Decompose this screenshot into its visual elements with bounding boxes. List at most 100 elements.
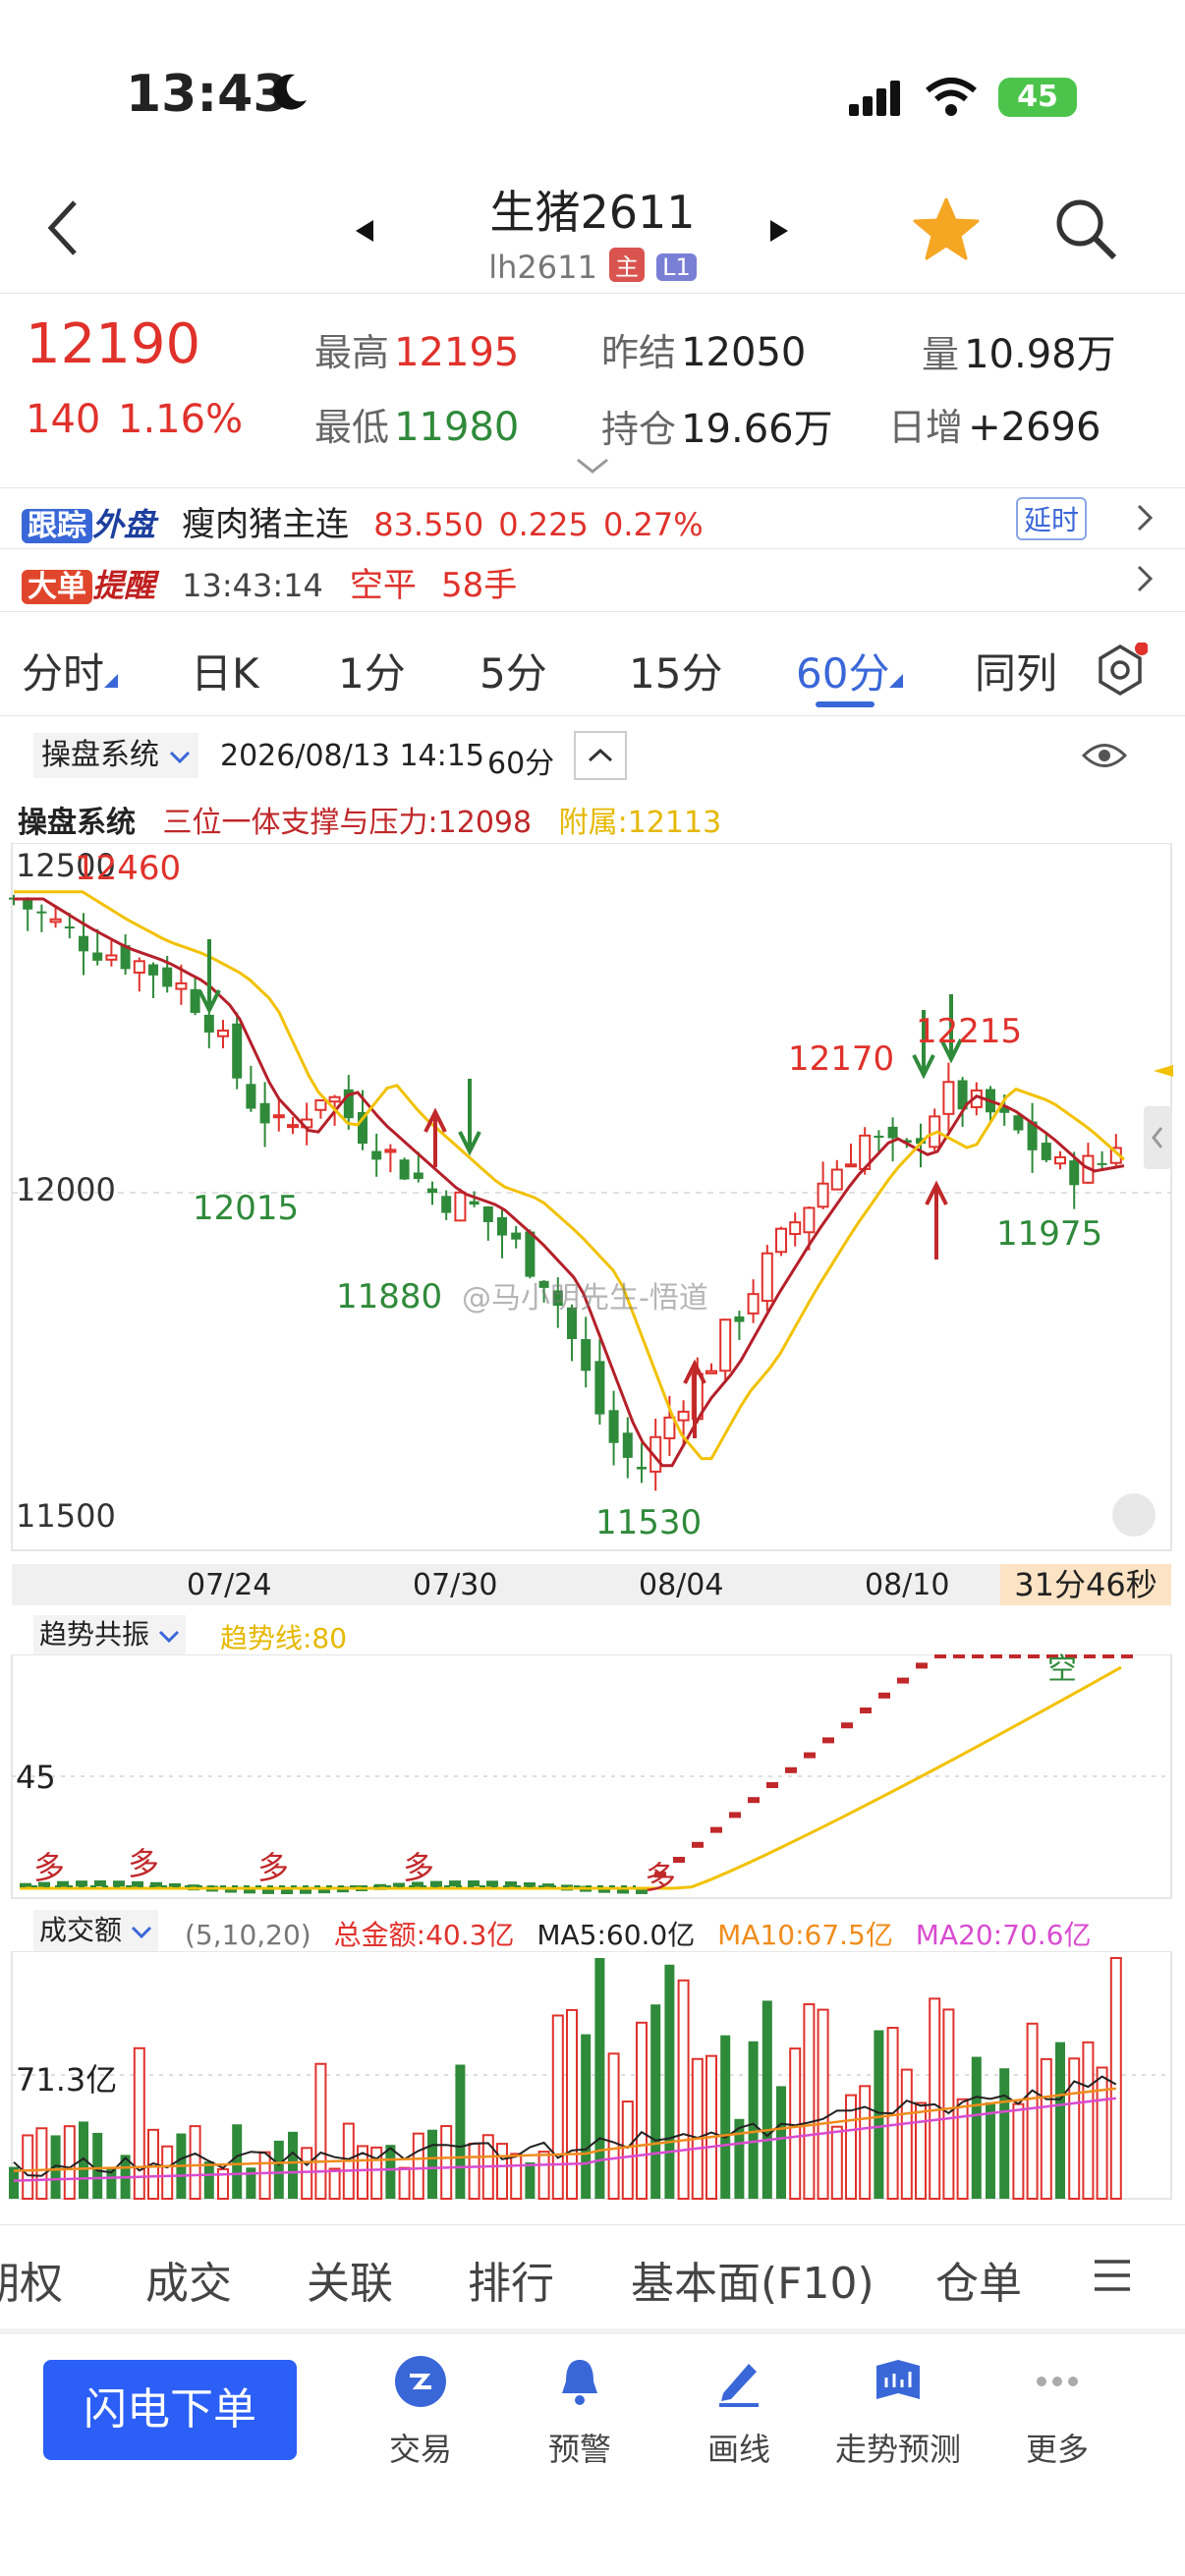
system-selector[interactable]: 操盘系统 (33, 733, 198, 778)
candlestick-chart[interactable] (0, 843, 1185, 1560)
candle-body (525, 1231, 536, 1277)
volume-bar (748, 2041, 759, 2199)
trend-block (934, 1654, 946, 1658)
settings-hex-icon[interactable] (1093, 642, 1149, 701)
volume-bar (691, 2057, 704, 2200)
trend-block (860, 1708, 872, 1713)
tracking-row[interactable]: 跟踪 外盘 瘦肉猪主连 83.550 0.225 0.27% (22, 497, 1161, 544)
search-icon[interactable] (1053, 196, 1118, 265)
candle-body (23, 899, 33, 910)
volume-bar (328, 2167, 341, 2201)
volume-bar (385, 2145, 396, 2199)
trend-selector[interactable]: 趋势共振 (33, 1615, 186, 1654)
duo-label: 多 (128, 1845, 160, 1882)
watermark: @马小明先生-悟道 (462, 1281, 708, 1316)
volume-chart[interactable] (0, 1951, 1185, 2201)
contract-code-line: lh2611 主 L1 (0, 248, 1185, 286)
chevron-right-icon[interactable] (1136, 503, 1154, 536)
label-low-11975: 11975 (996, 1214, 1103, 1254)
tracking-price: 83.550 (373, 506, 484, 543)
tab-daily[interactable]: 日K (191, 641, 259, 700)
nav-draw[interactable]: 画线 (660, 2354, 818, 2470)
reminder-tag: 提醒 (92, 567, 156, 604)
tab-intraday[interactable]: 分时 (22, 641, 119, 700)
volume-bar (232, 2124, 243, 2199)
next-contract-icon[interactable] (768, 218, 790, 248)
candle-body (705, 1370, 717, 1374)
prev-settle-field: 昨结 12050 (601, 322, 806, 376)
trend-line-label: 趋势线:80 (220, 1622, 348, 1654)
volume-bar (22, 2134, 34, 2200)
trend-selector-label: 趋势共振 (39, 1618, 150, 1651)
volume-legend: (5,10,20) 总金额:40.3亿 MA5:60.0亿 MA10:67.5亿… (185, 1914, 1092, 1953)
volume-bar (956, 2098, 969, 2200)
date-label: 08/04 (639, 1568, 724, 1602)
big-order-time: 13:43:14 (182, 567, 323, 604)
nav-trade[interactable]: 交易 (342, 2354, 499, 2470)
timeframe-tabs: 分时 日K 1分 5分 15分 60分 同列 (0, 627, 1185, 713)
date-axis[interactable] (12, 1564, 1171, 1605)
tab-15min[interactable]: 15分 (629, 641, 722, 700)
candle-body (637, 1466, 647, 1470)
collapse-button[interactable] (574, 731, 627, 780)
nav-label: 交易 (388, 2431, 452, 2468)
price-axis-bottom: 11500 (16, 1497, 116, 1535)
tab-ranking[interactable]: 排行 (468, 2248, 554, 2311)
volume-selector[interactable]: 成交额 (33, 1910, 158, 1951)
kong-label: 空 (1047, 1652, 1077, 1687)
tab-5min[interactable]: 5分 (480, 641, 547, 700)
chevron-right-icon[interactable] (1136, 564, 1154, 597)
candle-body (581, 1339, 592, 1372)
tab-fundamentals[interactable]: 基本面(F10) (631, 2248, 875, 2311)
volume-bar (92, 2132, 103, 2199)
divider (0, 548, 1185, 549)
duo-label: 多 (257, 1849, 290, 1886)
big-order-row[interactable]: 大单 提醒 13:43:14 空平 58手 (22, 558, 1161, 605)
candle-body (775, 1227, 787, 1254)
star-icon[interactable] (912, 196, 981, 265)
prev-settle-value: 12050 (681, 330, 807, 375)
candle-body (246, 1084, 256, 1109)
candle-body (608, 1410, 619, 1443)
nav-forecast[interactable]: 走势预测 (819, 2354, 977, 2470)
tab-trades[interactable]: 成交 (145, 2248, 232, 2311)
volume-bar (566, 2008, 578, 2201)
trend-resonance-chart[interactable] (0, 1654, 1185, 1900)
high-label: 最高 (314, 331, 390, 374)
duo-label: 多 (33, 1849, 66, 1886)
tab-1min[interactable]: 1分 (338, 641, 406, 700)
volume-ma20: MA20:70.6亿 (915, 1919, 1092, 1951)
side-panel-handle[interactable] (1144, 1106, 1171, 1169)
menu-icon[interactable] (1093, 2258, 1132, 2297)
tracking-tag: 跟踪 (22, 509, 92, 543)
tab-warehouse[interactable]: 仓单 (935, 2248, 1022, 2311)
nav-alert[interactable]: 预警 (501, 2354, 658, 2470)
trend-block (1102, 1654, 1114, 1658)
nav-more[interactable]: 更多 (979, 2354, 1136, 2470)
candle-body (413, 1172, 423, 1180)
tab-60min[interactable]: 60分 (796, 641, 904, 700)
volume-bar (1055, 2042, 1065, 2199)
nav-label: 画线 (706, 2431, 770, 2468)
volume-bar (762, 2000, 772, 2199)
volume-bar (35, 2127, 48, 2200)
expand-chevron-icon[interactable] (576, 458, 609, 479)
volume-bar (496, 2143, 508, 2200)
flash-order-button[interactable]: 闪电下单 (43, 2360, 297, 2460)
eye-icon[interactable] (1081, 739, 1128, 776)
tab-compare[interactable]: 同列 (975, 641, 1057, 700)
volume-bar (776, 2086, 786, 2199)
volume-bar (581, 2034, 592, 2199)
trend-block (748, 1797, 760, 1804)
price-axis-mid: 12000 (16, 1171, 116, 1208)
volume-bar (427, 2129, 437, 2199)
volume-bar (999, 2068, 1010, 2199)
label-high-12460: 12460 (75, 849, 182, 888)
candle-body (371, 1150, 382, 1160)
status-time: 13:43 (126, 65, 289, 124)
candle-body (719, 1318, 732, 1372)
candle-body (49, 918, 62, 924)
fullscreen-icon[interactable] (1112, 1493, 1156, 1537)
tab-related[interactable]: 关联 (307, 2248, 393, 2311)
tab-options[interactable]: 期权 (0, 2248, 63, 2311)
